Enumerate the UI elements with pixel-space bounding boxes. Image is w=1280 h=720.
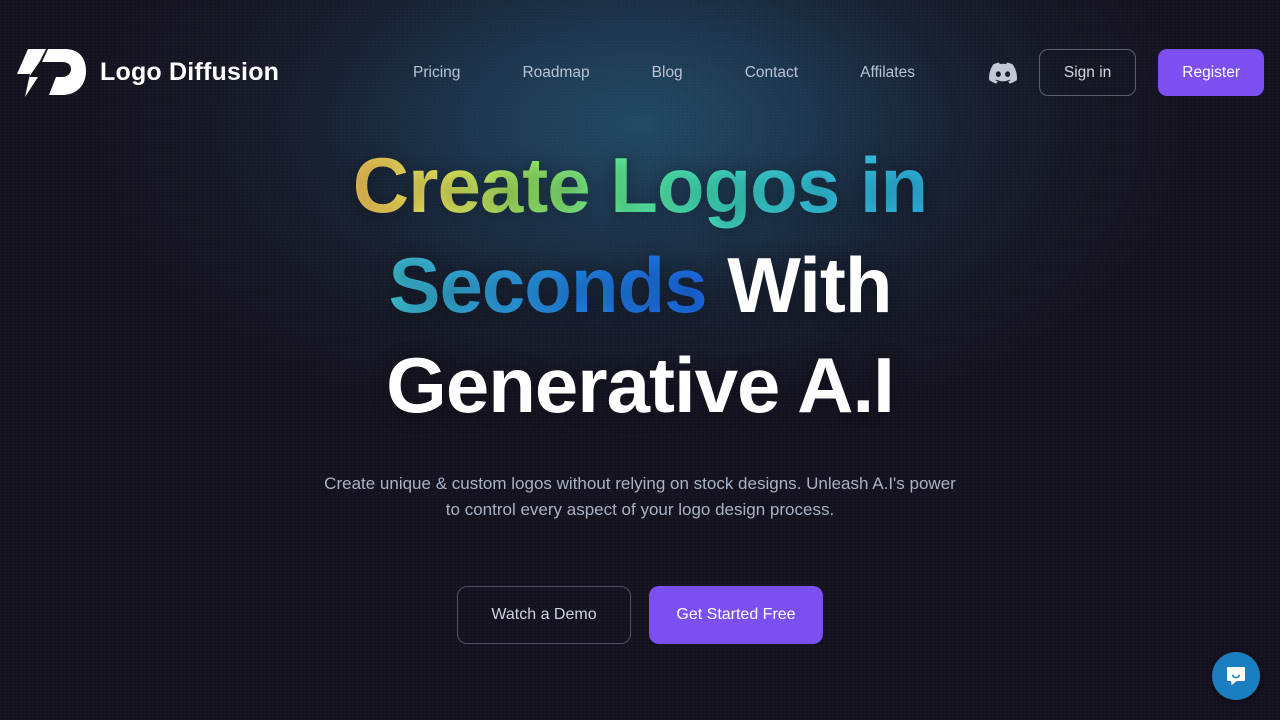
landing-page: Logo Diffusion Pricing Roadmap Blog Cont…: [0, 0, 1280, 720]
nav-item-blog[interactable]: Blog: [652, 64, 683, 82]
headline-plain-text-2: Generative A.I: [386, 341, 895, 429]
header-actions: Sign in Register: [988, 49, 1264, 96]
headline-line-1: Create Logos in: [0, 135, 1280, 235]
watch-demo-button[interactable]: Watch a Demo: [457, 586, 631, 644]
lightning-bolt-d-monogram-icon: [16, 47, 88, 99]
headline-line-2: Seconds With: [0, 235, 1280, 335]
headline-gradient-text-1: Create Logos in: [352, 141, 928, 229]
register-button[interactable]: Register: [1158, 49, 1264, 96]
site-header: Logo Diffusion Pricing Roadmap Blog Cont…: [0, 0, 1280, 145]
nav-item-pricing[interactable]: Pricing: [413, 64, 460, 82]
discord-icon[interactable]: [988, 59, 1017, 87]
hero-subtitle-line-1: Create unique & custom logos without rel…: [324, 474, 956, 493]
headline-gradient-text-2: Seconds: [388, 241, 707, 329]
hero-section: Create Logos in Seconds With Generative …: [0, 135, 1280, 644]
sign-in-button[interactable]: Sign in: [1038, 49, 1137, 96]
headline-line-3: Generative A.I: [0, 335, 1280, 435]
nav-item-contact[interactable]: Contact: [745, 64, 798, 82]
nav-item-roadmap[interactable]: Roadmap: [522, 64, 589, 82]
hero-subtitle: Create unique & custom logos without rel…: [0, 471, 1280, 523]
main-navigation: Pricing Roadmap Blog Contact Affilates: [339, 64, 989, 82]
brand-logo-link[interactable]: Logo Diffusion: [16, 47, 279, 99]
hero-cta-row: Watch a Demo Get Started Free: [0, 586, 1280, 644]
get-started-free-button[interactable]: Get Started Free: [649, 586, 823, 644]
headline-plain-text-1: With: [727, 241, 892, 329]
brand-name: Logo Diffusion: [100, 58, 280, 86]
chat-bubble-smile-icon: [1224, 664, 1248, 688]
chat-launcher-button[interactable]: [1212, 652, 1260, 700]
nav-item-affilates[interactable]: Affilates: [860, 64, 915, 82]
page-title: Create Logos in Seconds With Generative …: [0, 135, 1280, 435]
hero-subtitle-line-2: to control every aspect of your logo des…: [445, 500, 835, 519]
